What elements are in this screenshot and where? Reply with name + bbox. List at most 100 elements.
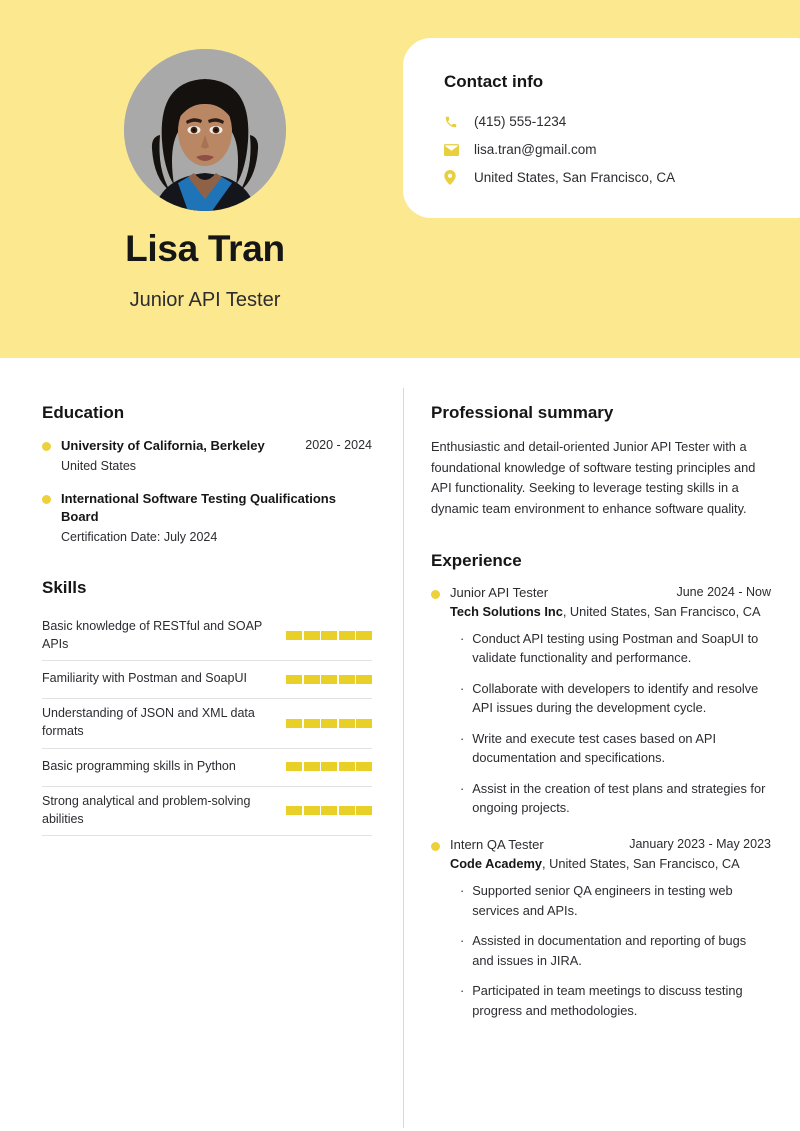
experience-company: Tech Solutions Inc, United States, San F… [450,604,771,619]
experience-bullet: · Assisted in documentation and reporting… [460,931,771,970]
contact-info-title: Contact info [444,72,544,91]
experience-header: Intern QA Tester January 2023 - May 2023 [431,837,771,852]
skills-title: Skills [42,577,87,597]
experience-bullet: · Write and execute test cases based on A… [460,729,771,768]
contact-row-location[interactable]: United States, San Francisco, CA [444,170,800,185]
skill-level-bar [286,718,372,728]
education-school: University of California, Berkeley [61,438,265,453]
location-icon [444,170,466,185]
experience-date: June 2024 - Now [676,584,771,599]
candidate-name: Lisa Tran [125,228,285,269]
bullet-dot-icon [42,494,51,504]
column-divider [403,388,404,1128]
skill-level-segment [356,674,372,684]
education-item: University of California, Berkeley 2020 … [42,437,372,473]
avatar [124,49,286,211]
bullet-mark-icon: · [460,780,465,796]
skills-section: Skills Basic knowledge of RESTful and SO… [42,578,372,837]
contact-row-email[interactable]: lisa.tran@gmail.com [444,142,800,157]
skill-level-bar [286,674,372,684]
summary-section: Professional summary Enthusiastic and de… [431,403,771,520]
experience-bullet-text: Participated in team meetings to discuss… [472,983,743,1018]
skill-level-bar [286,762,372,772]
experience-item: Junior API Tester June 2024 - Now Tech Sol… [431,585,771,818]
skill-level-segment [286,806,302,816]
skill-level-segment [356,806,372,816]
education-section: Education University of California, Berk… [42,403,372,544]
education-item: International Software Testing Qualifica… [42,490,372,544]
skill-level-segment [338,631,355,641]
skill-row: Understanding of JSON and XML data forma… [42,699,372,749]
experience-header: Junior API Tester June 2024 - Now [431,585,771,600]
skill-name: Basic programming skills in Python [42,758,236,773]
right-column: Professional summary Enthusiastic and de… [431,403,771,1040]
experience-title: Experience [431,550,522,570]
summary-text: Enthusiastic and detail-oriented Junior … [431,439,756,517]
experience-bullet: · Participated in team meetings to discus… [460,981,771,1020]
contact-row-phone[interactable]: (415) 555-1234 [444,114,800,129]
skill-row: Basic knowledge of RESTful and SOAP APIs [42,612,372,662]
experience-bullet: · Collaborate with developers to identify… [460,679,771,718]
experience-bullet-list: · Conduct API testing using Postman and S… [460,629,771,818]
experience-role: Junior API Tester [450,584,549,600]
skill-level-segment [356,631,372,641]
experience-role: Intern QA Tester [450,837,544,853]
skill-level-bar [286,806,372,816]
skill-name: Strong analytical and problem-solving ab… [42,793,251,826]
skill-level-segment [356,762,372,772]
experience-bullet-text: Assist in the creation of test plans and… [472,780,766,815]
skill-level-segment [338,806,355,816]
skill-level-segment [321,762,337,772]
skill-level-segment [286,631,302,641]
skill-level-segment [286,674,302,684]
bullet-mark-icon: · [460,730,465,746]
experience-item: Intern QA Tester January 2023 - May 2023 C… [431,837,771,1020]
experience-bullet-text: Conduct API testing using Postman and So… [472,630,759,666]
bullet-dot-icon [431,842,440,852]
skill-row: Basic programming skills in Python [42,749,372,787]
experience-company-location: , United States, San Francisco, CA [562,603,761,619]
skill-level-segment [303,718,320,728]
experience-company-name: Tech Solutions Inc [450,603,563,619]
skill-level-segment [338,674,355,684]
bullet-dot-icon [431,589,440,599]
bullet-mark-icon: · [460,680,465,696]
skill-level-segment [303,762,320,772]
summary-title: Professional summary [431,403,614,422]
phone-icon [444,115,466,129]
resume-body: Education University of California, Berk… [0,358,800,1131]
skill-level-segment [286,762,302,772]
experience-section: Experience Junior API Tester June 2024 - … [431,551,771,1020]
candidate-job-title: Junior API Tester [129,289,281,311]
experience-bullet: · Supported senior QA engineers in testin… [460,881,771,920]
skill-level-segment [321,806,337,816]
skill-level-segment [338,762,355,772]
skill-level-segment [338,718,355,728]
experience-bullet-list: · Supported senior QA engineers in testin… [460,881,771,1020]
skill-level-segment [356,718,372,728]
skill-row: Familiarity with Postman and SoapUI [42,661,372,700]
contact-info-card: Contact info (415) 555-1234 lisa.tran@gm… [403,38,800,218]
skill-level-segment [303,674,320,684]
contact-phone-value: (415) 555-1234 [474,114,567,129]
skill-level-segment [303,806,320,816]
contact-location-value: United States, San Francisco, CA [474,170,676,185]
bullet-mark-icon: · [460,933,465,949]
resume-header: Lisa Tran Junior API Tester Contact info… [0,0,800,358]
profile-photo-image [124,49,286,211]
bullet-dot-icon [42,442,51,451]
skill-name: Familiarity with Postman and SoapUI [42,671,247,686]
experience-company-location: , United States, San Francisco, CA [541,856,740,872]
skill-level-segment [321,674,337,684]
education-subtext: United States [61,458,137,473]
experience-bullet-text: Collaborate with developers to identify … [472,680,759,716]
experience-bullet-text: Supported senior QA engineers in testing… [472,883,733,918]
experience-date: January 2023 - May 2023 [629,837,771,852]
experience-bullet: · Conduct API testing using Postman and S… [460,629,771,668]
bullet-mark-icon: · [460,983,465,999]
experience-bullet: · Assist in the creation of test plans an… [460,779,771,818]
experience-list: Junior API Tester June 2024 - Now Tech Sol… [431,585,771,1020]
education-date: 2020 - 2024 [305,438,372,452]
experience-company-name: Code Academy [450,856,542,872]
contact-email-value: lisa.tran@gmail.com [474,142,597,157]
